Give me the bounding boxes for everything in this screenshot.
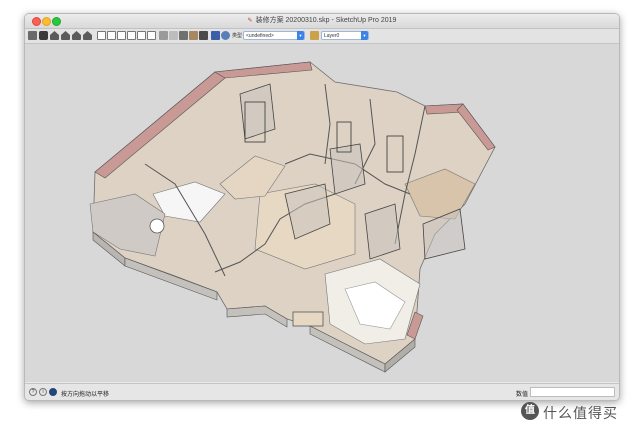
main-toolbar: 类型 <undefined> ▼ Layer0 ▼: [25, 29, 619, 44]
status-hint: 按方向拖动以平移: [61, 392, 110, 398]
right-view-icon[interactable]: [127, 31, 136, 40]
window-title: ✎ 装修方案 20200310.skp - SketchUp Pro 2019: [25, 15, 619, 25]
title-bar[interactable]: ✎ 装修方案 20200310.skp - SketchUp Pro 2019: [25, 14, 619, 29]
model-viewport[interactable]: [25, 44, 619, 382]
chevron-down-icon: ▼: [297, 31, 304, 40]
front-view-icon[interactable]: [117, 31, 126, 40]
measurements-label: 数值: [516, 392, 529, 398]
info-icon[interactable]: i: [39, 388, 47, 396]
back-view-icon[interactable]: [137, 31, 146, 40]
document-icon: ✎: [247, 18, 253, 24]
style-label: 类型: [232, 33, 243, 39]
smzdm-logo: 值: [521, 402, 539, 420]
iso-view-icon[interactable]: [97, 31, 106, 40]
watermark: 值 什么值得买: [521, 401, 637, 421]
paint-bucket-icon[interactable]: [211, 31, 220, 40]
sketchup-window: ✎ 装修方案 20200310.skp - SketchUp Pro 2019 类…: [24, 13, 620, 401]
desk: [292, 311, 324, 327]
push-pull-icon[interactable]: [221, 31, 230, 40]
house-icon[interactable]: [83, 31, 92, 40]
textured-icon[interactable]: [189, 31, 198, 40]
xray-icon[interactable]: [159, 31, 168, 40]
left-view-icon[interactable]: [147, 31, 156, 40]
style-select[interactable]: <undefined> ▼: [243, 31, 305, 40]
house-icon[interactable]: [61, 31, 70, 40]
wireframe-icon[interactable]: [169, 31, 178, 40]
user-icon[interactable]: [49, 388, 57, 396]
monochrome-icon[interactable]: [199, 31, 208, 40]
window-title-text: 装修方案 20200310.skp - SketchUp Pro 2019: [255, 17, 397, 24]
style-select-value: <undefined>: [246, 33, 274, 39]
measurements-input[interactable]: [530, 387, 615, 397]
floor-plan-model[interactable]: [25, 44, 619, 382]
select-icon[interactable]: [28, 31, 37, 40]
house-icon[interactable]: [50, 31, 59, 40]
help-icon[interactable]: ?: [29, 388, 37, 396]
watermark-text: 什么值得买: [543, 405, 618, 421]
shaded-icon[interactable]: [179, 31, 188, 40]
layer-icon[interactable]: [310, 31, 319, 40]
layer-select-value: Layer0: [324, 33, 340, 39]
washing-machine: [149, 218, 165, 234]
layer-select[interactable]: Layer0 ▼: [321, 31, 369, 40]
camera-icon[interactable]: [39, 31, 48, 40]
top-view-icon[interactable]: [107, 31, 116, 40]
glass-panel: [364, 203, 401, 260]
house-icon[interactable]: [72, 31, 81, 40]
status-bar: ? i 按方向拖动以平移 数值: [25, 383, 619, 400]
chevron-down-icon: ▼: [361, 31, 368, 40]
